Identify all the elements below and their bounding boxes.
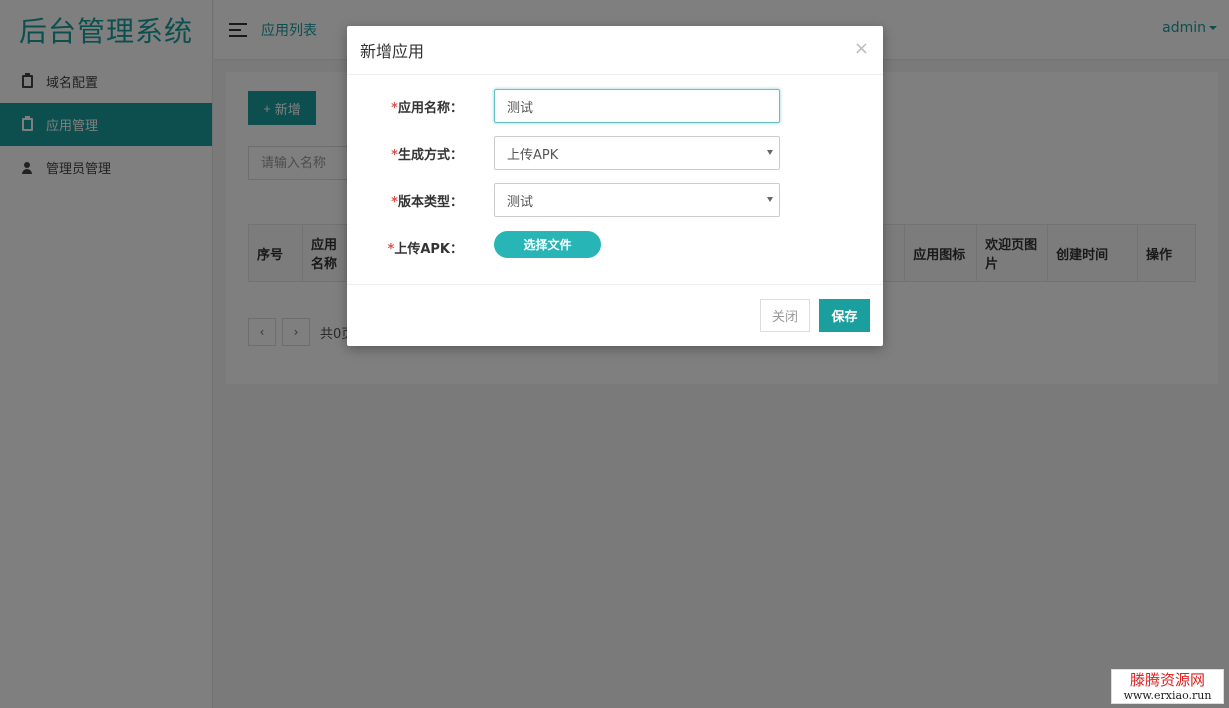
- form-row-version-type: *版本类型： 测试: [347, 183, 883, 217]
- modal-header: 新增应用 ×: [347, 26, 883, 75]
- watermark-url: www.erxiao.run: [1123, 688, 1212, 702]
- watermark-text: 滕腾资源网: [1129, 670, 1205, 689]
- save-button[interactable]: 保存: [819, 299, 870, 332]
- form-row-app-name: *应用名称： 测试: [347, 89, 883, 123]
- field-label: *版本类型：: [391, 195, 463, 210]
- form-row-upload-apk: *上传APK： 选择文件: [347, 231, 883, 265]
- version-type-value: 测试: [507, 194, 534, 210]
- form-row-generate-mode: *生成方式： 上传APK: [347, 136, 883, 170]
- choose-file-button[interactable]: 选择文件: [494, 231, 601, 258]
- field-label: *生成方式：: [391, 148, 463, 163]
- add-app-modal: 新增应用 × *应用名称： 测试 *生成方式： 上传APK *版本类型： 测试 …: [347, 26, 883, 346]
- chevron-down-icon: [767, 197, 773, 202]
- field-label: *上传APK：: [387, 242, 463, 257]
- app-name-input[interactable]: 测试: [494, 89, 780, 123]
- app-name-value: 测试: [507, 100, 534, 116]
- watermark: 滕腾资源网 www.erxiao.run: [1111, 669, 1224, 704]
- field-label: *应用名称：: [391, 101, 463, 116]
- modal-footer: 关闭 保存: [347, 284, 883, 346]
- generate-mode-select[interactable]: 上传APK: [494, 136, 780, 170]
- cancel-button[interactable]: 关闭: [760, 299, 810, 332]
- chevron-down-icon: [767, 150, 773, 155]
- generate-mode-value: 上传APK: [507, 147, 559, 163]
- close-icon[interactable]: ×: [854, 38, 869, 59]
- modal-title: 新增应用: [360, 42, 425, 61]
- version-type-select[interactable]: 测试: [494, 183, 780, 217]
